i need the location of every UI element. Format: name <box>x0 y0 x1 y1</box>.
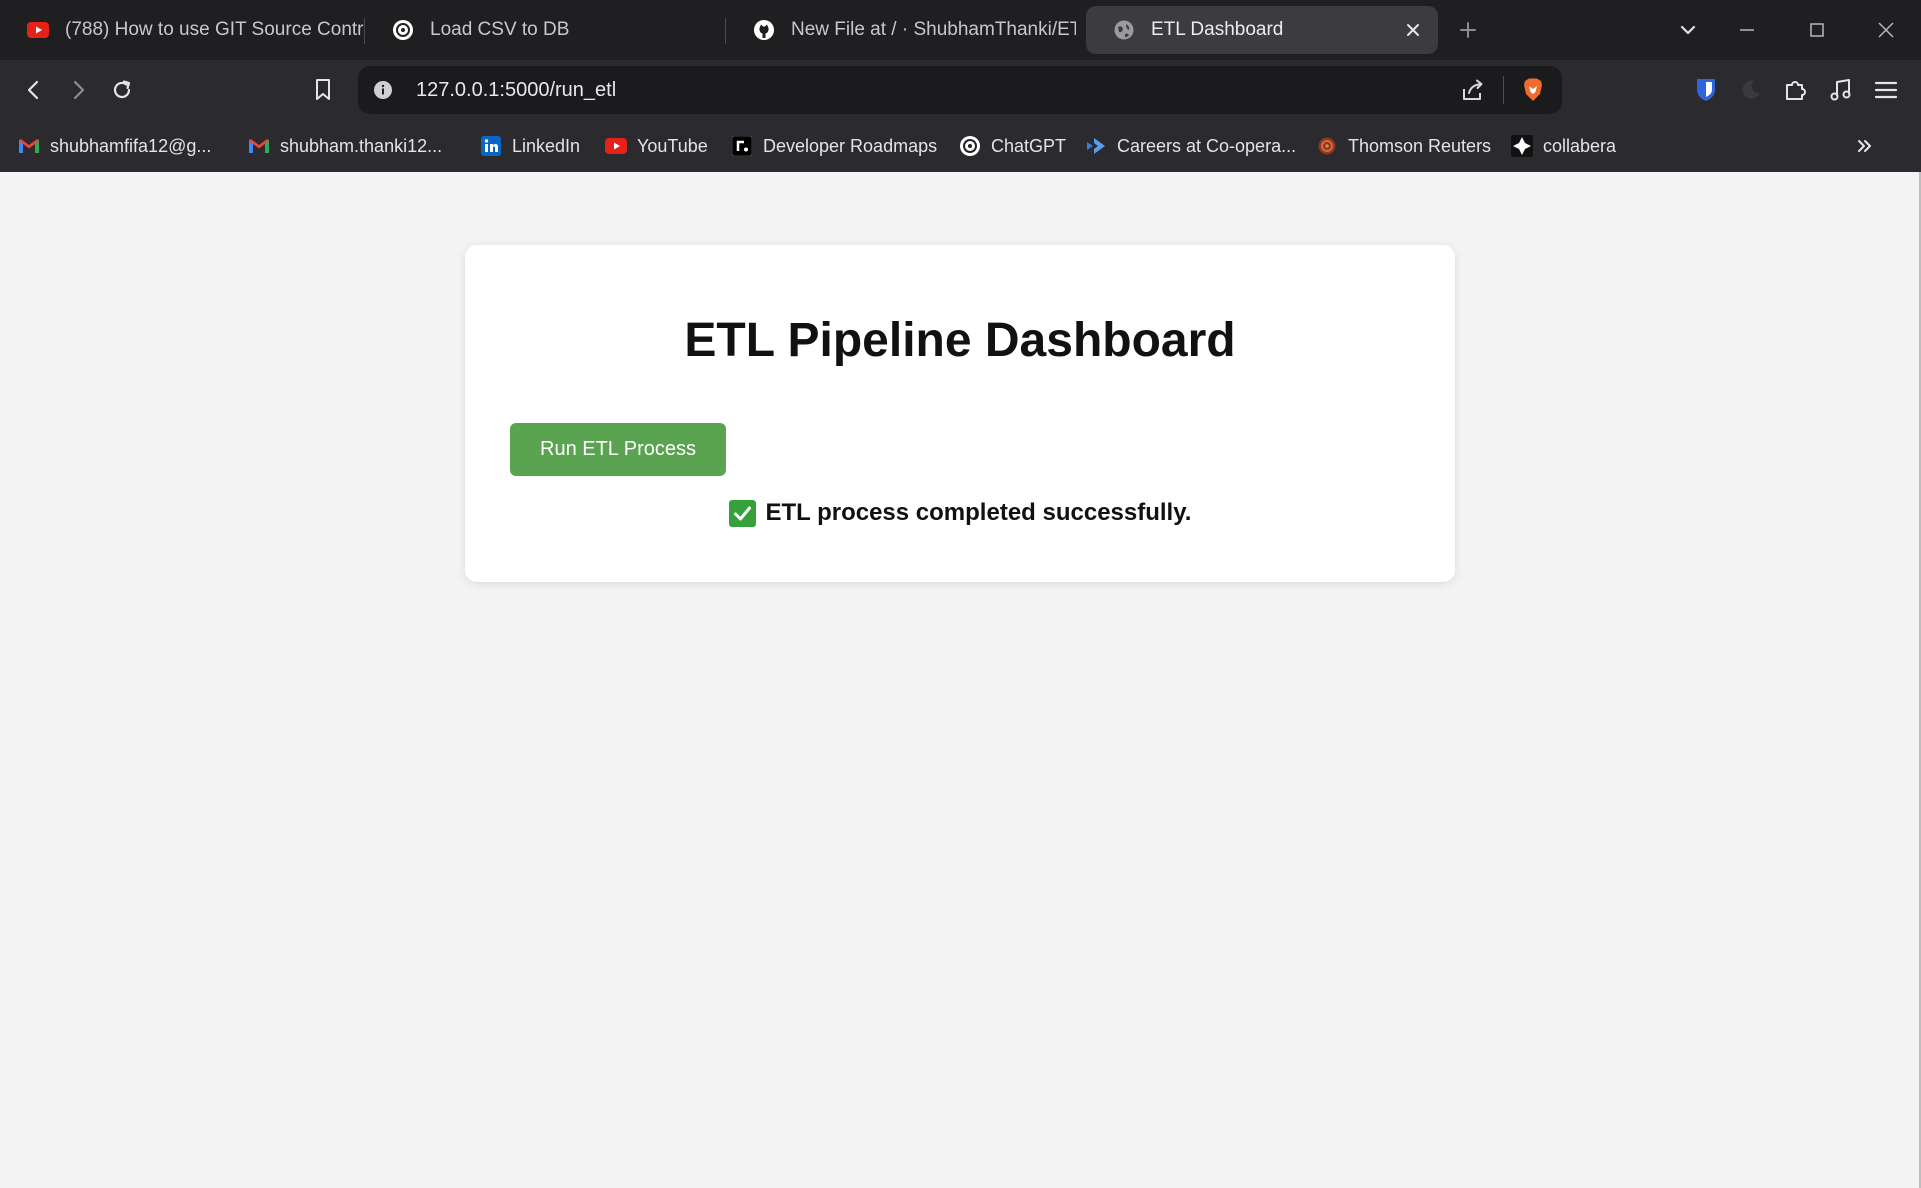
site-info-icon[interactable] <box>372 79 394 101</box>
bookmarks-bar: shubhamfifa12@g... shubham.thanki12... L… <box>0 120 1921 172</box>
puzzle-icon <box>1786 81 1806 100</box>
bookmark-linkedin[interactable]: LinkedIn <box>480 134 580 158</box>
moon-icon <box>1742 80 1760 99</box>
tab-github[interactable]: New File at / · ShubhamThanki/ETL- <box>726 6 1076 54</box>
dark-mode-extension[interactable] <box>1735 74 1767 106</box>
tab-title: (788) How to use GIT Source Contro <box>65 19 364 40</box>
gmail-icon <box>248 135 270 157</box>
bookmark-icon <box>316 79 330 100</box>
url-text[interactable]: 127.0.0.1:5000/run_etl <box>416 79 616 102</box>
youtube-icon <box>26 18 50 42</box>
reload-button[interactable] <box>106 74 138 106</box>
bookmark-button[interactable] <box>307 74 339 106</box>
music-note-icon <box>1830 79 1851 101</box>
chatgpt-icon <box>391 18 415 42</box>
maximize-icon <box>1810 23 1824 37</box>
github-icon <box>752 18 776 42</box>
status-message: ETL process completed successfully. <box>465 499 1455 527</box>
bitwarden-icon <box>1697 79 1715 101</box>
url-separator <box>1503 76 1504 104</box>
more-bookmarks-button[interactable] <box>1855 134 1875 158</box>
gmail-icon <box>18 135 40 157</box>
bookmark-chatgpt[interactable]: ChatGPT <box>959 134 1066 158</box>
close-tab-icon[interactable] <box>1402 19 1424 41</box>
reuters-icon <box>1316 135 1338 157</box>
roadmap-icon <box>731 135 753 157</box>
linkedin-icon <box>480 135 502 157</box>
reload-icon <box>113 80 131 99</box>
bookmark-label: ChatGPT <box>991 135 1067 156</box>
tab-load-csv[interactable]: Load CSV to DB <box>365 6 725 54</box>
extensions-button[interactable] <box>1780 74 1812 106</box>
tab-title: New File at / · ShubhamThanki/ETL- <box>791 19 1076 40</box>
check-icon <box>728 499 756 527</box>
tab-strip: (788) How to use GIT Source Contro Load … <box>0 0 1921 60</box>
menu-button[interactable] <box>1870 74 1902 106</box>
back-arrow-icon <box>27 80 39 100</box>
tab-youtube[interactable]: (788) How to use GIT Source Contro <box>0 6 364 54</box>
bookmark-collabera[interactable]: collabera <box>1511 134 1616 158</box>
close-window-button[interactable] <box>1870 14 1902 46</box>
bookmark-label: Developer Roadmaps <box>763 135 938 156</box>
bookmark-gmail-1[interactable]: shubhamfifa12@g... <box>18 134 211 158</box>
bookmark-label: shubham.thanki12... <box>280 135 443 156</box>
bookmark-label: collabera <box>1543 135 1617 156</box>
bookmark-label: LinkedIn <box>512 135 581 156</box>
brave-shield-icon[interactable] <box>1519 76 1547 104</box>
bookmark-careers[interactable]: Careers at Co-opera... <box>1085 134 1296 158</box>
bookmark-developer-roadmaps[interactable]: Developer Roadmaps <box>731 134 937 158</box>
status-text: ETL process completed successfully. <box>765 499 1192 526</box>
address-bar[interactable]: 127.0.0.1:5000/run_etl <box>358 66 1562 114</box>
chevron-down-icon <box>1680 25 1696 35</box>
minimize-icon <box>1740 29 1754 31</box>
tab-search-button[interactable] <box>1672 14 1704 46</box>
bookmark-thomson-reuters[interactable]: Thomson Reuters <box>1316 134 1491 158</box>
bookmark-youtube[interactable]: YouTube <box>605 134 708 158</box>
share-icon[interactable] <box>1460 78 1486 102</box>
run-etl-button[interactable]: Run ETL Process <box>510 423 726 476</box>
forward-arrow-icon <box>73 80 85 100</box>
page-title: ETL Pipeline Dashboard <box>684 314 1236 367</box>
bookmark-label: shubhamfifa12@g... <box>50 135 212 156</box>
media-button[interactable] <box>1825 74 1857 106</box>
double-chevron-right-icon <box>1858 140 1871 152</box>
careers-icon <box>1085 135 1107 157</box>
plus-icon <box>1460 22 1476 38</box>
chatgpt-icon <box>959 135 981 157</box>
back-button[interactable] <box>18 74 50 106</box>
bookmark-label: Thomson Reuters <box>1348 135 1492 156</box>
new-tab-button[interactable] <box>1452 14 1484 46</box>
forward-button[interactable] <box>62 74 94 106</box>
bookmark-label: YouTube <box>637 135 708 156</box>
bookmark-label: Careers at Co-opera... <box>1117 135 1297 156</box>
tab-etl-dashboard[interactable]: ETL Dashboard <box>1086 6 1438 54</box>
youtube-icon <box>605 135 627 157</box>
collabera-icon <box>1511 135 1533 157</box>
hamburger-menu-icon <box>1874 81 1898 99</box>
bitwarden-extension[interactable] <box>1690 74 1722 106</box>
minimize-button[interactable] <box>1731 14 1763 46</box>
globe-icon <box>1112 18 1136 42</box>
tab-title: Load CSV to DB <box>430 19 570 40</box>
dashboard-card: ETL Pipeline Dashboard Run ETL Process E… <box>465 245 1455 582</box>
close-icon <box>1878 22 1894 38</box>
bookmark-gmail-2[interactable]: shubham.thanki12... <box>248 134 442 158</box>
browser-toolbar: 127.0.0.1:5000/run_etl <box>0 60 1921 120</box>
tab-title: ETL Dashboard <box>1151 19 1284 40</box>
page-viewport: ETL Pipeline Dashboard Run ETL Process E… <box>0 172 1921 1188</box>
maximize-button[interactable] <box>1801 14 1833 46</box>
